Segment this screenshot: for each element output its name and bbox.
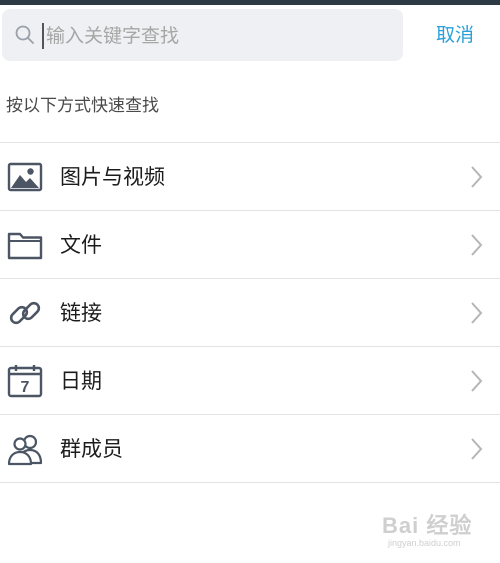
chevron-right-icon: [470, 301, 484, 325]
chevron-right-icon: [470, 165, 484, 189]
list-item-label: 图片与视频: [60, 165, 165, 189]
search-input[interactable]: [46, 17, 386, 55]
chevron-right-icon: [470, 233, 484, 257]
group-members-icon: [6, 431, 44, 467]
watermark-url: jingyan.baidu.com: [388, 538, 461, 548]
chevron-right-icon: [470, 369, 484, 393]
list-item-label: 文件: [60, 233, 102, 257]
list-item-images-videos[interactable]: 图片与视频: [0, 143, 500, 211]
text-caret: [42, 23, 44, 49]
list-item-links[interactable]: 链接: [0, 279, 500, 347]
calendar-icon: 7: [6, 363, 44, 399]
search-bar: 取消: [0, 5, 500, 65]
cancel-button[interactable]: 取消: [420, 20, 490, 50]
folder-icon: [6, 227, 44, 263]
quick-search-hint: 按以下方式快速查找: [6, 96, 159, 116]
baidu-jingyan-watermark: Bai 经验 jingyan.baidu.com: [382, 508, 498, 558]
list-item-group-members[interactable]: 群成员: [0, 415, 500, 483]
list-item-label: 链接: [60, 301, 102, 325]
search-icon: [14, 24, 36, 46]
chevron-right-icon: [470, 437, 484, 461]
list-item-label: 群成员: [60, 437, 123, 461]
search-box[interactable]: [2, 9, 403, 61]
quick-search-list: 图片与视频 文件 链接 7 日期 群成员: [0, 142, 500, 483]
image-icon: [6, 159, 44, 195]
watermark-logo-text: Bai 经验: [382, 513, 473, 538]
link-icon: [6, 295, 44, 331]
list-item-files[interactable]: 文件: [0, 211, 500, 279]
list-item-label: 日期: [60, 369, 102, 393]
list-item-date[interactable]: 7 日期: [0, 347, 500, 415]
calendar-day-number: 7: [21, 379, 30, 396]
